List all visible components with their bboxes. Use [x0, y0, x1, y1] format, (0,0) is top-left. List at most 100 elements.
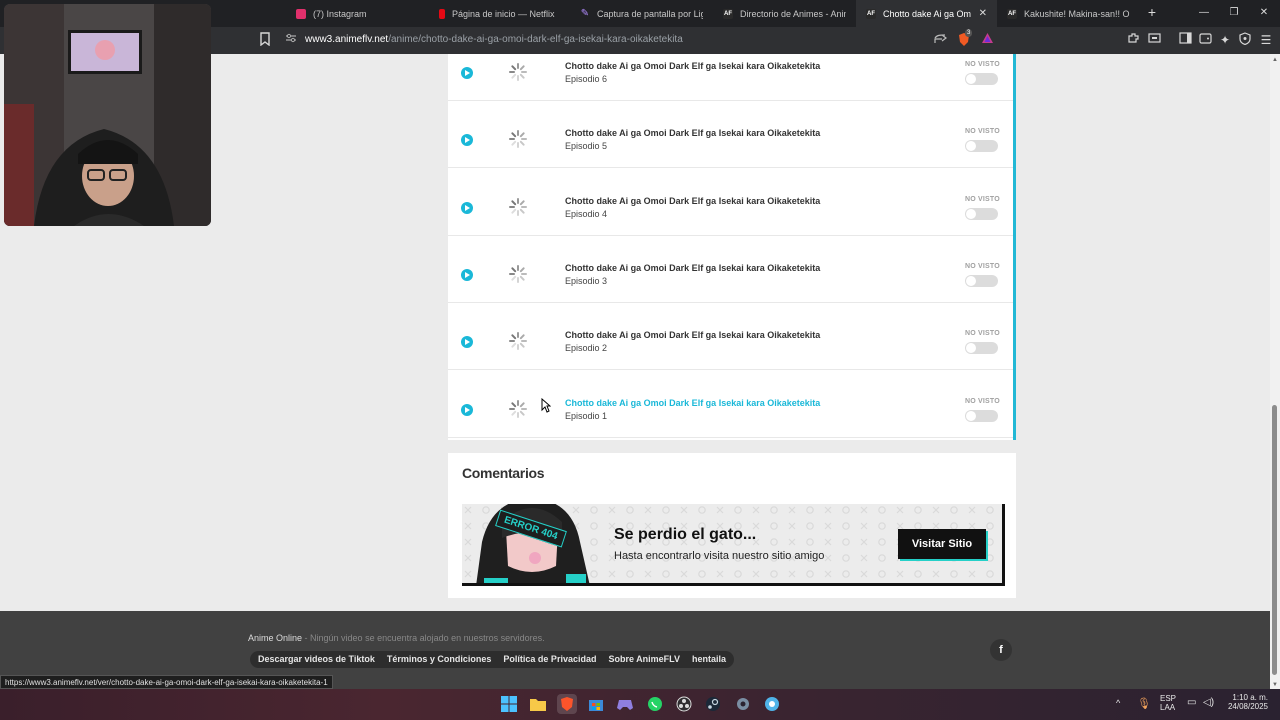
episode-title[interactable]: Chotto dake Ai ga Omoi Dark Elf ga Iseka… — [565, 330, 820, 340]
new-tab-button[interactable]: + — [1144, 4, 1160, 22]
episode-title[interactable]: Chotto dake Ai ga Omoi Dark Elf ga Iseka… — [565, 128, 820, 138]
obs-icon[interactable] — [674, 694, 694, 714]
volume-icon[interactable]: ◁) — [1203, 697, 1214, 708]
steam-icon[interactable] — [703, 694, 723, 714]
footer-link-privacidad[interactable]: Política de Privacidad — [497, 651, 602, 668]
watched-toggle[interactable] — [965, 207, 998, 220]
network-icon[interactable]: ▭ — [1187, 697, 1196, 708]
microphone-icon[interactable]: 🎙 — [1137, 697, 1151, 710]
menu-icon[interactable]: ☰ — [1258, 32, 1274, 48]
clock[interactable]: 1:10 a. m. 24/08/2025 — [1226, 693, 1268, 711]
play-icon[interactable] — [461, 268, 473, 281]
lang-code: ESP — [1160, 694, 1177, 703]
whatsapp-icon[interactable] — [645, 694, 665, 714]
game-launcher-icon[interactable] — [615, 694, 635, 714]
watched-toggle[interactable] — [965, 140, 998, 153]
comments-section: Comentarios ERROR 404 Se perdio el gato.… — [448, 453, 1016, 598]
bookmark-icon[interactable] — [257, 32, 273, 48]
episode-number: Episodio 2 — [565, 343, 608, 354]
tab-title: (7) Instagram — [313, 8, 367, 19]
close-tab-icon[interactable]: ✕ — [979, 8, 987, 19]
crypto-wallet-icon[interactable] — [1197, 32, 1213, 48]
settings-icon[interactable] — [733, 694, 753, 714]
tab-directorio[interactable]: AF Directorio de Animes - AnimeFLV — [713, 0, 856, 27]
episode-row[interactable]: Chotto dake Ai ga Omoi Dark Elf ga Iseka… — [448, 101, 1013, 169]
watched-toggle[interactable] — [965, 274, 998, 287]
footer-disclaimer: Anime Online - Ningún video se encuentra… — [248, 633, 545, 643]
scrollbar-thumb[interactable] — [1272, 405, 1277, 675]
tab-title: Kakushite! Makina-san!! Online — [1024, 8, 1130, 19]
url-path: /anime/chotto-dake-ai-ga-omoi-dark-elf-g… — [388, 34, 683, 45]
footer-link-sobre[interactable]: Sobre AnimeFLV — [602, 651, 686, 668]
banner-subtitle: Hasta encontrarlo visita nuestro sitio a… — [614, 550, 825, 562]
feather-icon: ✎ — [580, 8, 590, 19]
footer-link-hentaila[interactable]: hentaila — [686, 651, 732, 668]
episode-row[interactable]: Chotto dake Ai ga Omoi Dark Elf ga Iseka… — [448, 371, 1013, 438]
watched-toggle[interactable] — [965, 73, 998, 85]
tray-expand-icon[interactable]: ^ — [1116, 698, 1120, 708]
play-icon[interactable] — [461, 201, 473, 214]
brave-rewards-icon[interactable] — [979, 32, 995, 48]
tab-instagram[interactable]: (7) Instagram — [286, 0, 429, 27]
loading-spinner-icon — [509, 63, 527, 81]
close-window-icon[interactable]: ✕ — [1254, 4, 1274, 22]
file-explorer-icon[interactable] — [528, 694, 548, 714]
watched-toggle[interactable] — [965, 409, 998, 422]
tab-title: Chotto dake Ai ga Omoi Dark Elf — [883, 8, 971, 19]
url-field[interactable]: www3.animeflv.net/anime/chotto-dake-ai-g… — [305, 34, 683, 45]
scroll-down-icon[interactable]: ▼ — [1271, 682, 1279, 688]
brave-shields-icon[interactable]: 3 — [956, 29, 973, 48]
brave-browser-icon[interactable] — [557, 694, 577, 714]
scroll-up-icon[interactable]: ▲ — [1271, 57, 1279, 63]
watch-status-label: NO VISTO — [965, 195, 1000, 203]
footer-link-tiktok[interactable]: Descargar videos de Tiktok — [252, 651, 381, 668]
play-icon[interactable] — [461, 336, 473, 349]
minimize-icon[interactable]: — — [1194, 4, 1214, 22]
footer-brand[interactable]: Anime Online — [248, 633, 302, 643]
episode-title[interactable]: Chotto dake Ai ga Omoi Dark Elf ga Iseka… — [565, 398, 820, 408]
leo-ai-icon[interactable]: ✦ — [1217, 32, 1233, 48]
episode-row[interactable]: Chotto dake Ai ga Omoi Dark Elf ga Iseka… — [448, 303, 1013, 371]
loading-spinner-icon — [509, 399, 527, 418]
episode-title[interactable]: Chotto dake Ai ga Omoi Dark Elf ga Iseka… — [565, 263, 820, 273]
anime-girl-illustration — [476, 504, 590, 583]
site-settings-icon[interactable] — [283, 32, 299, 48]
episode-row[interactable]: Chotto dake Ai ga Omoi Dark Elf ga Iseka… — [448, 169, 1013, 236]
share-icon[interactable] — [932, 32, 948, 48]
windows-start-icon[interactable] — [499, 694, 519, 714]
episode-title[interactable]: Chotto dake Ai ga Omoi Dark Elf ga Iseka… — [565, 61, 820, 71]
tab-chotto-dake[interactable]: AF Chotto dake Ai ga Omoi Dark Elf ✕ — [856, 0, 997, 27]
wallet-icon[interactable] — [1146, 32, 1162, 48]
episode-row[interactable]: Chotto dake Ai ga Omoi Dark Elf ga Iseka… — [448, 236, 1013, 303]
webcam-feed — [4, 4, 211, 226]
loading-spinner-icon — [509, 130, 527, 149]
error-404-banner[interactable]: ERROR 404 Se perdio el gato... Hasta enc… — [462, 504, 1005, 586]
netflix-icon — [439, 8, 445, 19]
tab-title: Página de inicio — Netflix — [452, 8, 555, 19]
app-icon[interactable] — [762, 694, 782, 714]
episode-title[interactable]: Chotto dake Ai ga Omoi Dark Elf ga Iseka… — [565, 196, 820, 206]
webcam-overlay — [4, 4, 211, 226]
tab-kakushite[interactable]: AF Kakushite! Makina-san!! Online — [997, 0, 1140, 27]
play-icon[interactable] — [461, 134, 473, 147]
restore-icon[interactable]: ❐ — [1224, 4, 1244, 22]
episode-number: Episodio 4 — [565, 208, 608, 219]
sidebar-icon[interactable] — [1177, 32, 1193, 48]
microsoft-store-icon[interactable] — [586, 694, 606, 714]
visit-site-button[interactable]: Visitar Sitio — [898, 529, 986, 559]
language-indicator[interactable]: ESP LAA — [1160, 694, 1176, 712]
tab-netflix[interactable]: Página de inicio — Netflix — [429, 0, 570, 27]
footer-link-terminos[interactable]: Términos y Condiciones — [381, 651, 498, 668]
watched-toggle[interactable] — [965, 342, 998, 355]
windows-taskbar: ^ 🎙 ESP LAA ▭ ◁) 1:10 a. m. 24/08/2025 — [0, 689, 1280, 720]
episode-row[interactable]: Chotto dake Ai ga Omoi Dark Elf ga Iseka… — [448, 54, 1013, 101]
extensions-icon[interactable] — [1125, 32, 1141, 48]
tab-lightshot[interactable]: ✎ Captura de pantalla por Lightshot — [570, 0, 713, 27]
vpn-icon[interactable] — [1237, 32, 1253, 48]
play-icon[interactable] — [461, 403, 473, 416]
facebook-icon[interactable]: f — [990, 639, 1012, 661]
play-icon[interactable] — [461, 67, 473, 79]
instagram-icon — [296, 8, 306, 19]
watch-status-label: NO VISTO — [965, 330, 1000, 338]
mouse-cursor-icon — [541, 398, 551, 413]
